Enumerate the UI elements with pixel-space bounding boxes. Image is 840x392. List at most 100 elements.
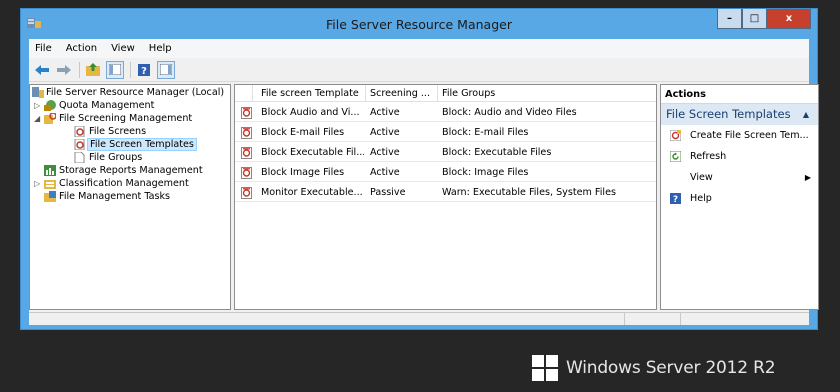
cell-file-groups: Block: Image Files [442, 167, 529, 178]
windows-logo-icon [532, 355, 558, 381]
quota-icon [44, 100, 56, 111]
menu-help[interactable]: Help [149, 43, 172, 54]
toolbar: ? [29, 58, 809, 82]
help-button[interactable]: ? [135, 61, 153, 79]
console-tree[interactable]: File Server Resource Manager (Local) ▷ Q… [29, 84, 231, 310]
file-screen-template-icon [241, 187, 252, 199]
svg-text:?: ? [673, 195, 678, 204]
tree-node-file-screening-management[interactable]: ◢ File Screening Management [30, 112, 230, 125]
tree-node-storage-reports[interactable]: Storage Reports Management [30, 164, 230, 177]
status-pane [625, 313, 682, 325]
tree-node-file-management-tasks[interactable]: File Management Tasks [30, 190, 230, 203]
tree-node-root[interactable]: File Server Resource Manager (Local) [30, 86, 230, 99]
tree-label: Quota Management [59, 100, 155, 111]
column-header-screening[interactable]: Screening ... [366, 85, 438, 102]
menu-file[interactable]: File [35, 43, 52, 54]
up-one-level-button[interactable] [84, 61, 102, 79]
tree-node-quota-management[interactable]: ▷ Quota Management [30, 99, 230, 112]
help-icon: ? [670, 193, 681, 204]
action-label: Refresh [690, 151, 727, 162]
actions-title: Actions [661, 85, 818, 104]
cell-screening: Active [370, 107, 400, 118]
expand-icon[interactable]: ▷ [34, 177, 43, 190]
action-pane-icon [160, 64, 172, 75]
cell-template: Block Image Files [261, 167, 345, 178]
back-button[interactable] [33, 61, 51, 79]
cell-screening: Active [370, 127, 400, 138]
table-row[interactable]: Monitor Executable... Passive Warn: Execut… [235, 183, 656, 202]
tree-node-file-groups[interactable]: File Groups [30, 151, 230, 164]
column-header-icon[interactable] [235, 85, 253, 102]
actions-section-header[interactable]: File Screen Templates ▲ [661, 104, 818, 125]
status-pane [29, 313, 626, 325]
menu-view[interactable]: View [111, 43, 135, 54]
show-hide-action-pane-button[interactable] [157, 60, 175, 79]
action-view[interactable]: View ▶ [661, 167, 818, 188]
close-icon: x [785, 13, 793, 24]
file-screening-icon [44, 113, 56, 124]
menu-bar: File Action View Help [29, 39, 809, 58]
storage-reports-icon [44, 165, 56, 176]
action-label: Help [690, 193, 712, 204]
file-screen-template-icon [241, 127, 252, 139]
toolbar-separator [79, 61, 80, 78]
tree-node-file-screens[interactable]: File Screens [30, 125, 230, 138]
menu-action[interactable]: Action [66, 43, 97, 54]
file-screen-template-icon [241, 167, 252, 179]
minimize-button[interactable]: – [717, 9, 742, 29]
file-screen-template-icon [241, 107, 252, 119]
table-row[interactable]: Block Executable Fil... Active Block: Exec… [235, 143, 656, 162]
maximize-icon: □ [749, 13, 760, 24]
app-window: File Server Resource Manager – □ x File … [20, 8, 819, 330]
tree-node-classification-management[interactable]: ▷ Classification Management [30, 177, 230, 190]
table-row[interactable]: Block E-mail Files Active Block: E-mail Fi… [235, 123, 656, 142]
tree-node-file-screen-templates[interactable]: File Screen Templates [30, 138, 230, 151]
forward-button[interactable] [55, 61, 73, 79]
results-list[interactable]: File screen Template Screening ... File … [234, 84, 657, 310]
tree-label: File Screening Management [59, 113, 193, 124]
os-branding-text: Windows Server 2012 R2 [566, 358, 776, 378]
close-button[interactable]: x [767, 9, 811, 29]
title-bar[interactable]: File Server Resource Manager – □ x [21, 9, 817, 39]
table-row[interactable]: Block Image Files Active Block: Image File… [235, 163, 656, 182]
column-header-file-groups[interactable]: File Groups [438, 85, 658, 102]
table-row[interactable]: Block Audio and Vi... Active Block: Audio … [235, 103, 656, 122]
cell-file-groups: Block: Executable Files [442, 147, 552, 158]
action-label: Create File Screen Tem... [690, 130, 809, 141]
os-branding: Windows Server 2012 R2 [532, 354, 776, 382]
cell-file-groups: Block: Audio and Video Files [442, 107, 577, 118]
tree-label: File Server Resource Manager (Local) [46, 87, 225, 98]
column-header-template[interactable]: File screen Template [257, 85, 366, 102]
refresh-icon [670, 151, 681, 162]
tree-label: File Screen Templates [87, 138, 197, 151]
back-arrow-icon [35, 64, 49, 75]
expand-icon[interactable]: ▷ [34, 99, 43, 112]
cell-file-groups: Block: E-mail Files [442, 127, 529, 138]
help-icon: ? [138, 63, 150, 76]
tree-label: File Groups [89, 152, 143, 163]
classification-icon [44, 180, 56, 189]
cell-template: Block Audio and Vi... [261, 107, 360, 118]
tree-label: Storage Reports Management [59, 165, 203, 176]
cell-file-groups: Warn: Executable Files, System Files [442, 187, 616, 198]
submenu-arrow-icon: ▶ [804, 173, 811, 182]
tree-label: Classification Management [59, 178, 189, 189]
file-tasks-icon [44, 191, 56, 202]
collapse-icon[interactable]: ◢ [34, 112, 43, 125]
cell-screening: Active [370, 147, 400, 158]
file-screen-template-icon [241, 147, 252, 159]
maximize-button[interactable]: □ [742, 9, 767, 29]
server-icon [32, 87, 44, 98]
folder-up-icon [86, 63, 100, 76]
action-refresh[interactable]: Refresh [661, 146, 818, 167]
show-hide-tree-button[interactable] [106, 60, 124, 79]
collapse-up-icon[interactable]: ▲ [803, 104, 809, 125]
forward-arrow-icon [57, 64, 71, 75]
create-template-icon [670, 130, 681, 141]
status-bar [29, 312, 809, 325]
file-groups-icon [74, 152, 85, 163]
action-help[interactable]: ? Help [661, 188, 818, 209]
cell-screening: Passive [370, 187, 406, 198]
toolbar-separator [130, 61, 131, 78]
action-create-template[interactable]: Create File Screen Tem... [661, 125, 818, 146]
